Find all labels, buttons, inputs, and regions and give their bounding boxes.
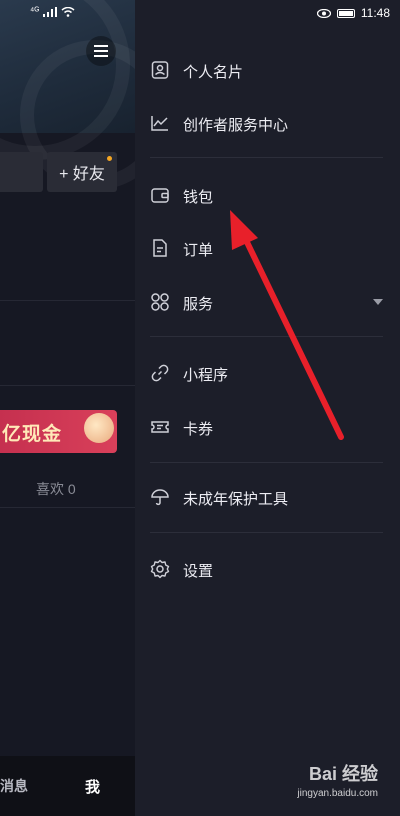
tab-me[interactable]: 我 bbox=[85, 776, 100, 797]
menu-item-settings[interactable]: 设置 bbox=[135, 549, 400, 589]
menu-item-mini-programs[interactable]: 小程序 bbox=[135, 353, 400, 393]
menu-item-label: 小程序 bbox=[183, 367, 229, 384]
eye-icon bbox=[316, 8, 331, 18]
link-icon bbox=[151, 364, 169, 382]
menu-item-creator-center[interactable]: 创作者服务中心 bbox=[135, 103, 400, 143]
divider bbox=[0, 385, 135, 386]
divider bbox=[150, 336, 383, 337]
menu-item-label: 个人名片 bbox=[183, 64, 244, 81]
menu-item-wallet[interactable]: 钱包 bbox=[135, 175, 400, 215]
menu-item-orders[interactable]: 订单 bbox=[135, 228, 400, 268]
likes-tab[interactable]: 喜欢 0 bbox=[36, 479, 76, 499]
watermark-brand: Bai 经验 bbox=[308, 764, 378, 784]
edit-profile-button[interactable] bbox=[0, 152, 43, 192]
drawer-menu-button[interactable] bbox=[86, 36, 116, 66]
side-drawer: 11:48 个人名片 创作者服务中心 钱包 订单 服务 小程序 卡券 未成年保护… bbox=[135, 0, 400, 816]
divider bbox=[150, 532, 383, 533]
divider bbox=[0, 300, 135, 301]
clock: 11:48 bbox=[360, 6, 390, 20]
status-bar-left: ⁴ᴳ bbox=[30, 6, 75, 17]
promo-banner[interactable]: 亿现金 bbox=[0, 410, 117, 453]
add-friend-label: + 好友 bbox=[59, 166, 105, 183]
menu-item-label: 服务 bbox=[183, 296, 214, 313]
gear-icon bbox=[150, 559, 170, 579]
divider bbox=[150, 462, 383, 463]
menu-item-profile-card[interactable]: 个人名片 bbox=[135, 50, 400, 90]
menu-item-minor-protection[interactable]: 未成年保护工具 bbox=[135, 477, 400, 517]
menu-item-coupons[interactable]: 卡券 bbox=[135, 407, 400, 447]
menu-item-label: 订单 bbox=[183, 242, 214, 259]
menu-item-label: 钱包 bbox=[183, 189, 214, 206]
signal-icon bbox=[43, 6, 58, 17]
watermark-url: jingyan.baidu.com bbox=[297, 788, 378, 799]
profile-cover-image bbox=[0, 0, 135, 190]
profile-page-background: ⁴ᴳ + 好友 亿现金 喜欢 0 消息 我 bbox=[0, 0, 135, 816]
divider bbox=[0, 507, 135, 508]
baidu-jingyan-watermark: Bai 经验 jingyan.baidu.com bbox=[297, 760, 378, 799]
order-icon bbox=[153, 239, 167, 257]
wifi-icon bbox=[61, 6, 75, 17]
profile-card-icon bbox=[151, 61, 169, 79]
grid-icon bbox=[151, 293, 169, 311]
signal-label: ⁴ᴳ bbox=[30, 6, 40, 17]
ticket-icon bbox=[151, 421, 169, 433]
wallet-icon bbox=[151, 188, 169, 203]
hamburger-icon bbox=[94, 45, 108, 57]
umbrella-icon bbox=[151, 489, 169, 506]
divider bbox=[150, 157, 383, 158]
status-bar-right: 11:48 bbox=[316, 6, 390, 20]
menu-item-label: 卡券 bbox=[183, 421, 214, 438]
menu-item-label: 设置 bbox=[183, 563, 214, 580]
menu-item-services[interactable]: 服务 bbox=[135, 282, 400, 322]
banner-text: 亿现金 bbox=[2, 424, 63, 445]
menu-item-label: 创作者服务中心 bbox=[183, 117, 289, 134]
tab-messages[interactable]: 消息 bbox=[0, 776, 28, 796]
chevron-down-icon[interactable] bbox=[373, 299, 383, 305]
add-friend-button[interactable]: + 好友 bbox=[47, 152, 117, 192]
chart-line-icon bbox=[151, 116, 168, 131]
menu-item-label: 未成年保护工具 bbox=[183, 491, 289, 508]
notification-dot bbox=[107, 156, 112, 161]
coin-icon bbox=[84, 413, 114, 443]
battery-icon bbox=[336, 8, 355, 18]
